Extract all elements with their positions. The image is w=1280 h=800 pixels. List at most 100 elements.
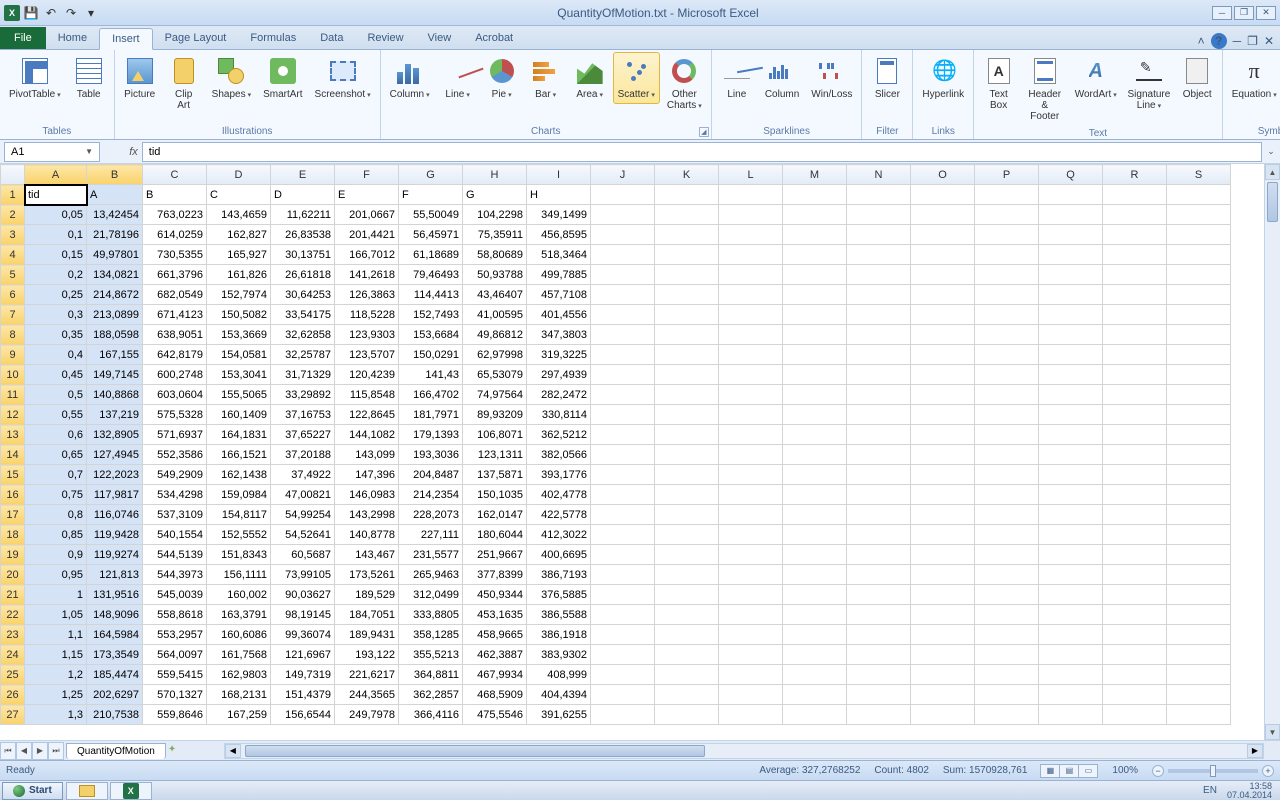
vertical-scrollbar[interactable]: ▲ ▼ (1264, 164, 1280, 740)
cell[interactable]: 661,3796 (143, 265, 207, 285)
cell[interactable] (783, 465, 847, 485)
cell[interactable]: 33,54175 (271, 305, 335, 325)
cell[interactable]: 30,64253 (271, 285, 335, 305)
cell[interactable]: 393,1776 (527, 465, 591, 485)
cell[interactable]: 161,7568 (207, 645, 271, 665)
cell[interactable]: 319,3225 (527, 345, 591, 365)
cell[interactable] (783, 605, 847, 625)
name-box[interactable]: A1▼ (4, 142, 100, 162)
cell[interactable]: 49,97801 (87, 245, 143, 265)
cell[interactable] (591, 385, 655, 405)
cell[interactable]: 265,9463 (399, 565, 463, 585)
cell[interactable]: D (271, 185, 335, 205)
cell[interactable] (1167, 585, 1231, 605)
cell[interactable]: 193,3036 (399, 445, 463, 465)
cell[interactable] (1103, 265, 1167, 285)
cell[interactable]: 462,3887 (463, 645, 527, 665)
cell[interactable]: 386,7193 (527, 565, 591, 585)
qat-customize-icon[interactable]: ▾ (82, 4, 100, 22)
cell[interactable] (1103, 505, 1167, 525)
cell[interactable] (975, 185, 1039, 205)
cell[interactable] (719, 465, 783, 485)
cell[interactable]: 163,3791 (207, 605, 271, 625)
row-header-2[interactable]: 2 (1, 205, 25, 225)
cell[interactable]: 404,4394 (527, 685, 591, 705)
cell[interactable] (1103, 305, 1167, 325)
row-header-12[interactable]: 12 (1, 405, 25, 425)
cell[interactable] (1167, 545, 1231, 565)
cell[interactable] (847, 365, 911, 385)
cell[interactable] (1103, 705, 1167, 725)
cell[interactable] (1167, 525, 1231, 545)
cell[interactable]: 642,8179 (143, 345, 207, 365)
cell[interactable]: 537,3109 (143, 505, 207, 525)
view-pagebreak-button[interactable]: ▭ (1078, 764, 1098, 778)
cell[interactable]: 210,7538 (87, 705, 143, 725)
cell[interactable] (719, 685, 783, 705)
doc-close-icon[interactable]: ✕ (1264, 34, 1274, 48)
cell[interactable]: 32,62858 (271, 325, 335, 345)
cell[interactable]: 43,46407 (463, 285, 527, 305)
col-header-N[interactable]: N (847, 165, 911, 185)
cell[interactable]: 347,3803 (527, 325, 591, 345)
cell[interactable]: B (143, 185, 207, 205)
cell[interactable]: 173,3549 (87, 645, 143, 665)
cell[interactable] (655, 245, 719, 265)
cell[interactable] (719, 325, 783, 345)
cell[interactable] (975, 385, 1039, 405)
cell[interactable] (591, 325, 655, 345)
cell[interactable]: 151,4379 (271, 685, 335, 705)
cell[interactable]: 358,1285 (399, 625, 463, 645)
cell[interactable]: 131,9516 (87, 585, 143, 605)
cell[interactable]: 154,0581 (207, 345, 271, 365)
cell[interactable] (719, 345, 783, 365)
cell[interactable] (911, 605, 975, 625)
cell[interactable] (847, 445, 911, 465)
cell[interactable] (847, 225, 911, 245)
col-header-A[interactable]: A (25, 165, 87, 185)
cell[interactable] (975, 565, 1039, 585)
cell[interactable] (591, 425, 655, 445)
cell[interactable]: 116,0746 (87, 505, 143, 525)
cell[interactable] (847, 625, 911, 645)
cell[interactable] (1039, 285, 1103, 305)
cell[interactable]: 193,122 (335, 645, 399, 665)
cell[interactable]: 161,826 (207, 265, 271, 285)
col-header-C[interactable]: C (143, 165, 207, 185)
cell[interactable]: 173,5261 (335, 565, 399, 585)
cell[interactable]: 475,5546 (463, 705, 527, 725)
cell[interactable] (975, 205, 1039, 225)
cell[interactable]: 123,1311 (463, 445, 527, 465)
cell[interactable] (1039, 685, 1103, 705)
cell[interactable]: 160,002 (207, 585, 271, 605)
cell[interactable]: 56,45971 (399, 225, 463, 245)
cell[interactable] (719, 365, 783, 385)
cell[interactable] (975, 305, 1039, 325)
minimize-button[interactable]: ─ (1212, 6, 1232, 20)
cell[interactable] (847, 325, 911, 345)
cell[interactable] (1167, 425, 1231, 445)
cell[interactable] (591, 365, 655, 385)
cell[interactable] (783, 405, 847, 425)
cell[interactable] (719, 605, 783, 625)
taskbar-excel-button[interactable]: X (110, 782, 152, 800)
cell[interactable]: 154,8117 (207, 505, 271, 525)
cell[interactable] (847, 585, 911, 605)
cell[interactable]: 123,5707 (335, 345, 399, 365)
cell[interactable]: 763,0223 (143, 205, 207, 225)
cell[interactable]: 0,25 (25, 285, 87, 305)
cell[interactable] (783, 485, 847, 505)
cell[interactable]: C (207, 185, 271, 205)
cell[interactable]: 185,4474 (87, 665, 143, 685)
cell[interactable]: 456,8595 (527, 225, 591, 245)
cell[interactable] (911, 245, 975, 265)
fx-icon[interactable]: fx (125, 146, 142, 158)
table-button[interactable]: Table (68, 52, 110, 103)
cell[interactable] (1167, 185, 1231, 205)
cell[interactable] (783, 205, 847, 225)
row-header-8[interactable]: 8 (1, 325, 25, 345)
cell[interactable]: 671,4123 (143, 305, 207, 325)
cell[interactable] (1167, 625, 1231, 645)
cell[interactable]: 65,53079 (463, 365, 527, 385)
cell[interactable] (655, 205, 719, 225)
